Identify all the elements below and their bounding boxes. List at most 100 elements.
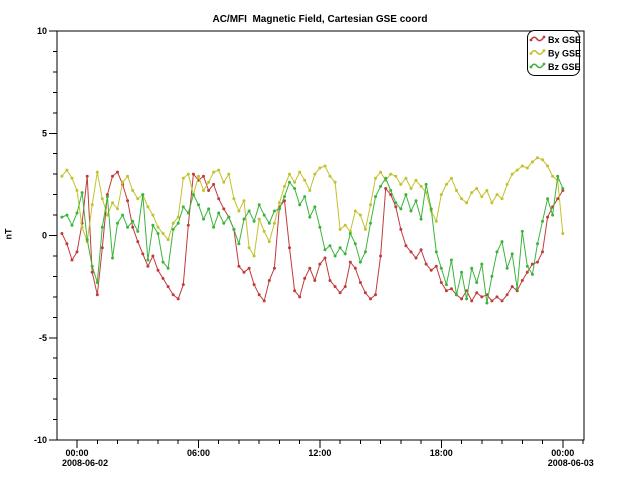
series-marker-by — [288, 173, 291, 176]
series-marker-bz — [217, 212, 220, 215]
series-marker-bx — [146, 265, 149, 268]
legend-label-bz: Bz GSE — [548, 62, 581, 72]
series-marker-bz — [526, 265, 529, 268]
series-marker-bx — [410, 250, 413, 253]
series-marker-bx — [420, 248, 423, 251]
series-marker-bz — [86, 238, 89, 241]
series-marker-bz — [101, 226, 104, 229]
x-tick-date-label: 2008-06-03 — [548, 458, 594, 468]
series-marker-bz — [298, 203, 301, 206]
series-marker-bz — [157, 232, 160, 235]
axis-tick-labels: 1050-5-1000:002008-06-0206:0012:0018:000… — [34, 26, 594, 468]
series-marker-by — [273, 222, 276, 225]
legend-swatch-dot — [543, 36, 546, 39]
series-marker-bx — [404, 244, 407, 247]
series-marker-bx — [415, 257, 418, 260]
series-marker-bx — [293, 289, 296, 292]
series-marker-bx — [501, 299, 504, 302]
legend-swatch-dot — [543, 49, 546, 52]
series-marker-bx — [136, 240, 139, 243]
series-marker-bz — [501, 240, 504, 243]
series-marker-bz — [496, 250, 499, 253]
series-marker-by — [450, 177, 453, 180]
series-marker-bx — [435, 265, 438, 268]
series-marker-bx — [167, 285, 170, 288]
series-marker-bz — [329, 244, 332, 247]
series-bx — [60, 171, 564, 303]
series-marker-bx — [96, 293, 99, 296]
series-marker-bz — [324, 248, 327, 251]
series-marker-bz — [293, 187, 296, 190]
y-tick-label: 10 — [37, 26, 47, 36]
series-marker-bx — [131, 226, 134, 229]
series-marker-bx — [263, 299, 266, 302]
series-marker-bx — [541, 250, 544, 253]
series-marker-bz — [490, 275, 493, 278]
series-marker-bz — [536, 242, 539, 245]
series-marker-bz — [516, 287, 519, 290]
series-marker-by — [182, 177, 185, 180]
x-tick-label: 18:00 — [430, 448, 453, 458]
series-marker-by — [91, 203, 94, 206]
legend-label-by: By GSE — [548, 49, 581, 59]
series-marker-by — [81, 226, 84, 229]
series-marker-bz — [258, 203, 261, 206]
series-marker-by — [440, 193, 443, 196]
series-marker-by — [76, 189, 79, 192]
chart-canvas[interactable]: 1050-5-1000:002008-06-0206:0012:0018:000… — [0, 0, 640, 480]
plot-window: AC/MFI Magnetic Field, Cartesian GSE coo… — [0, 0, 640, 480]
axis-ticks — [49, 31, 583, 448]
series-marker-by — [496, 193, 499, 196]
series-marker-bz — [283, 195, 286, 198]
series-marker-by — [460, 197, 463, 200]
series-marker-bz — [243, 218, 246, 221]
series-marker-by — [506, 183, 509, 186]
series-marker-by — [369, 203, 372, 206]
series-marker-by — [278, 201, 281, 204]
series-marker-bx — [511, 285, 514, 288]
series-marker-bx — [258, 293, 261, 296]
series-marker-by — [313, 173, 316, 176]
series-marker-bx — [71, 259, 74, 262]
series-marker-by — [354, 210, 357, 213]
series-marker-bz — [470, 267, 473, 270]
series-marker-bx — [308, 267, 311, 270]
series-marker-bx — [288, 246, 291, 249]
series-marker-bx — [460, 297, 463, 300]
series-marker-by — [253, 255, 256, 258]
series-marker-by — [536, 156, 539, 159]
series-marker-by — [485, 189, 488, 192]
series-marker-by — [167, 238, 170, 241]
series-marker-bx — [399, 228, 402, 231]
series-marker-by — [455, 189, 458, 192]
series-marker-bz — [303, 195, 306, 198]
series-marker-bx — [243, 271, 246, 274]
series-marker-bz — [146, 259, 149, 262]
series-marker-bx — [349, 261, 352, 264]
series-marker-bz — [76, 212, 79, 215]
x-tick-label: 00:00 — [551, 448, 574, 458]
series-marker-bz — [172, 228, 175, 231]
series-marker-bx — [470, 299, 473, 302]
series-marker-bz — [212, 226, 215, 229]
series-marker-bx — [60, 232, 63, 235]
series-marker-bz — [60, 216, 63, 219]
series-marker-bx — [318, 263, 321, 266]
series-marker-by — [227, 173, 230, 176]
series-marker-bz — [263, 214, 266, 217]
series-marker-by — [480, 195, 483, 198]
series-marker-bz — [410, 210, 413, 213]
series-marker-bz — [435, 250, 438, 253]
series-marker-bz — [177, 222, 180, 225]
series-marker-bz — [237, 242, 240, 245]
series-marker-by — [516, 169, 519, 172]
series-marker-bz — [207, 207, 210, 210]
series-marker-bx — [202, 175, 205, 178]
series-marker-bx — [187, 224, 190, 227]
series-marker-bz — [384, 177, 387, 180]
series-marker-bx — [141, 252, 144, 255]
series-marker-bz — [116, 222, 119, 225]
series-marker-by — [222, 181, 225, 184]
series-marker-bz — [374, 195, 377, 198]
series-marker-by — [237, 210, 240, 213]
